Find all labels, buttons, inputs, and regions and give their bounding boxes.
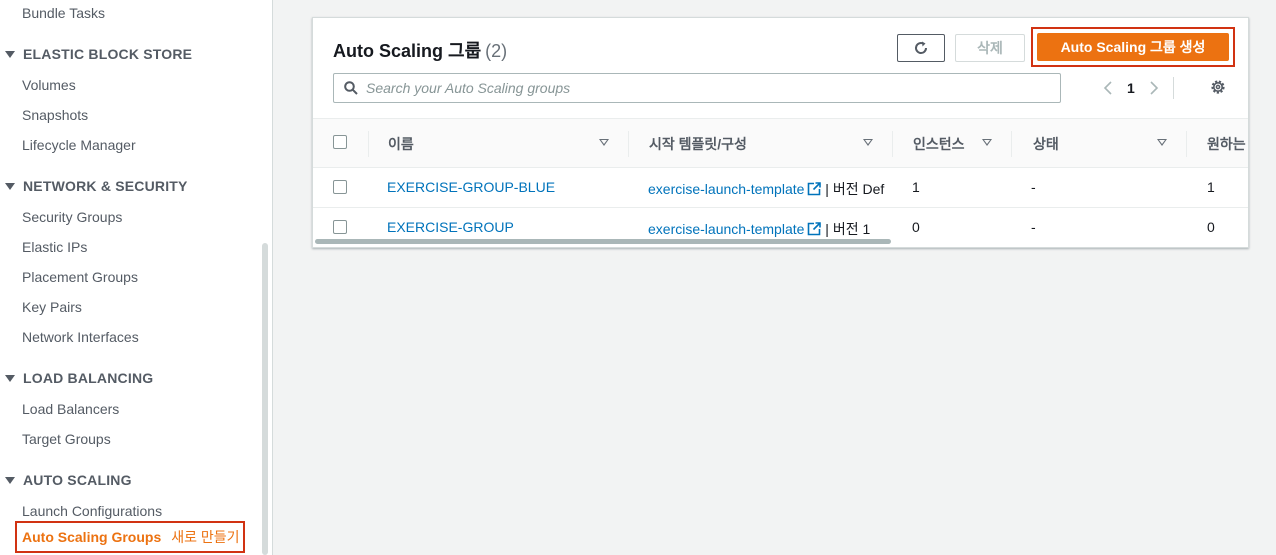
section-title: LOAD BALANCING bbox=[23, 370, 154, 386]
sidebar-item-lifecycle-manager[interactable]: Lifecycle Manager bbox=[22, 137, 136, 153]
search-icon bbox=[344, 81, 358, 95]
chevron-left-icon[interactable] bbox=[1103, 80, 1113, 96]
auto-scaling-groups-panel: Auto Scaling 그룹 (2) 삭제 Auto Scaling 그룹 생성… bbox=[312, 17, 1249, 248]
sort-icon[interactable] bbox=[982, 139, 992, 146]
external-link-icon[interactable] bbox=[807, 182, 822, 196]
sort-icon[interactable] bbox=[599, 139, 609, 146]
column-header-desired[interactable]: 원하는 bbox=[1207, 134, 1246, 154]
page-number[interactable]: 1 bbox=[1127, 80, 1135, 96]
table-row[interactable]: EXERCISE-GROUP-BLUE exercise-launch-temp… bbox=[313, 168, 1248, 208]
status-cell: - bbox=[1031, 219, 1036, 235]
sidebar-item-key-pairs[interactable]: Key Pairs bbox=[22, 299, 82, 315]
sidebar-item-volumes[interactable]: Volumes bbox=[22, 77, 76, 93]
group-name-link[interactable]: EXERCISE-GROUP-BLUE bbox=[387, 179, 555, 195]
instances-cell: 0 bbox=[912, 219, 920, 235]
caret-down-icon bbox=[5, 50, 15, 58]
search-input[interactable]: Search your Auto Scaling groups bbox=[333, 73, 1061, 103]
sidebar-section-elastic-block-store[interactable]: ELASTIC BLOCK STORE bbox=[5, 46, 192, 62]
row-checkbox[interactable] bbox=[333, 180, 347, 194]
page-title: Auto Scaling 그룹 (2) bbox=[333, 37, 507, 63]
status-cell: - bbox=[1031, 179, 1036, 195]
sort-icon[interactable] bbox=[863, 139, 873, 146]
sidebar-item-placement-groups[interactable]: Placement Groups bbox=[22, 269, 138, 285]
template-version: | 버전 1 bbox=[825, 221, 871, 237]
create-auto-scaling-group-button[interactable]: Auto Scaling 그룹 생성 bbox=[1037, 33, 1229, 61]
sidebar-item-elastic-ips[interactable]: Elastic IPs bbox=[22, 239, 87, 255]
sidebar-scrollbar[interactable] bbox=[262, 243, 268, 555]
column-divider bbox=[628, 131, 629, 157]
column-divider bbox=[892, 131, 893, 157]
row-checkbox[interactable] bbox=[333, 220, 347, 234]
table-header: 이름 시작 템플릿/구성 인스턴스 상태 원하는 bbox=[313, 118, 1248, 168]
refresh-button[interactable] bbox=[897, 34, 945, 62]
sidebar-item-bundle-tasks[interactable]: Bundle Tasks bbox=[22, 5, 105, 21]
column-header-name[interactable]: 이름 bbox=[388, 134, 414, 154]
sidebar-item-load-balancers[interactable]: Load Balancers bbox=[22, 401, 119, 417]
section-title: NETWORK & SECURITY bbox=[23, 178, 188, 194]
sidebar-item-snapshots[interactable]: Snapshots bbox=[22, 107, 88, 123]
sidebar-item-network-interfaces[interactable]: Network Interfaces bbox=[22, 329, 139, 345]
pager-divider bbox=[1172, 77, 1174, 99]
sort-icon[interactable] bbox=[1157, 139, 1167, 146]
pagination: 1 bbox=[1103, 76, 1174, 100]
column-divider bbox=[1186, 131, 1187, 157]
desired-cell: 0 bbox=[1207, 219, 1215, 235]
external-link-icon[interactable] bbox=[807, 222, 822, 236]
new-badge: 새로 만들기 bbox=[171, 529, 240, 545]
sidebar-section-auto-scaling[interactable]: AUTO SCALING bbox=[5, 472, 132, 488]
section-title: AUTO SCALING bbox=[23, 472, 132, 488]
launch-template-link[interactable]: exercise-launch-template bbox=[648, 221, 804, 237]
sidebar-item-auto-scaling-groups[interactable]: Auto Scaling Groups 새로 만들기 bbox=[15, 521, 245, 553]
search-placeholder: Search your Auto Scaling groups bbox=[366, 80, 571, 96]
sidebar-section-load-balancing[interactable]: LOAD BALANCING bbox=[5, 370, 153, 386]
sidebar-item-label: Auto Scaling Groups bbox=[22, 529, 162, 545]
launch-template-cell: exercise-launch-template | 버전 1 bbox=[648, 219, 870, 239]
section-title: ELASTIC BLOCK STORE bbox=[23, 46, 193, 62]
column-divider bbox=[1011, 131, 1012, 157]
column-header-instances[interactable]: 인스턴스 bbox=[913, 134, 965, 154]
column-divider bbox=[368, 131, 369, 157]
sidebar-item-target-groups[interactable]: Target Groups bbox=[22, 431, 111, 447]
launch-template-cell: exercise-launch-template | 버전 Def bbox=[648, 179, 884, 199]
delete-button[interactable]: 삭제 bbox=[955, 34, 1025, 62]
caret-down-icon bbox=[5, 476, 15, 484]
instances-cell: 1 bbox=[912, 179, 920, 195]
template-version: | 버전 Def bbox=[825, 181, 885, 197]
sidebar: Bundle Tasks ELASTIC BLOCK STORE Volumes… bbox=[0, 0, 273, 555]
sidebar-section-network-security[interactable]: NETWORK & SECURITY bbox=[5, 178, 188, 194]
table-horizontal-scrollbar[interactable] bbox=[315, 239, 891, 244]
chevron-right-icon[interactable] bbox=[1149, 80, 1159, 96]
column-header-launch-template[interactable]: 시작 템플릿/구성 bbox=[649, 134, 747, 154]
group-name-link[interactable]: EXERCISE-GROUP bbox=[387, 219, 514, 235]
launch-template-link[interactable]: exercise-launch-template bbox=[648, 181, 804, 197]
create-button-highlight: Auto Scaling 그룹 생성 bbox=[1031, 27, 1235, 67]
caret-down-icon bbox=[5, 374, 15, 382]
panel-title-text: Auto Scaling 그룹 bbox=[333, 41, 482, 61]
caret-down-icon bbox=[5, 182, 15, 190]
column-header-status[interactable]: 상태 bbox=[1033, 134, 1059, 154]
refresh-icon bbox=[915, 41, 928, 54]
select-all-checkbox[interactable] bbox=[333, 135, 347, 149]
sidebar-item-launch-configurations[interactable]: Launch Configurations bbox=[22, 503, 162, 519]
sidebar-item-security-groups[interactable]: Security Groups bbox=[22, 209, 122, 225]
desired-cell: 1 bbox=[1207, 179, 1215, 195]
group-count: (2) bbox=[485, 41, 508, 61]
gear-icon[interactable] bbox=[1209, 78, 1227, 96]
